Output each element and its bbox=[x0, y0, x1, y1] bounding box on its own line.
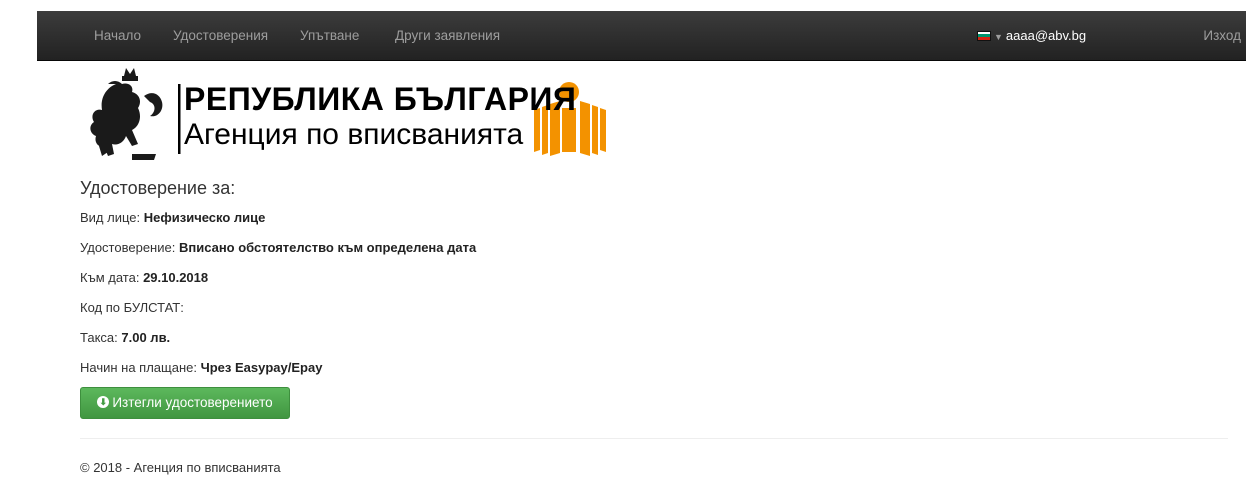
footer-divider bbox=[80, 438, 1228, 439]
footer-copyright: © 2018 - Агенция по вписванията bbox=[80, 460, 281, 475]
field-bulstat: Код по БУЛСТАТ: bbox=[80, 300, 184, 315]
field-label: Начин на плащане: bbox=[80, 360, 197, 375]
caret-down-icon[interactable]: ▼ bbox=[994, 12, 1003, 62]
field-label: Такса: bbox=[80, 330, 118, 345]
nav-other-applications[interactable]: Други заявления bbox=[395, 11, 500, 61]
logo-title-agency: Агенция по вписванията bbox=[184, 118, 524, 151]
field-certificate-type: Удостоверение: Вписано обстоятелство към… bbox=[80, 240, 476, 255]
field-value: 29.10.2018 bbox=[143, 270, 209, 285]
field-value: 7.00 лв. bbox=[121, 330, 171, 345]
nav-certificates[interactable]: Удостоверения bbox=[173, 11, 268, 61]
user-menu[interactable]: ▼ aaaa@abv.bg bbox=[977, 11, 1086, 61]
logout-link[interactable]: Изход bbox=[1203, 11, 1241, 61]
download-certificate-button[interactable]: ⬇ Изтегли удостоверението bbox=[80, 387, 290, 419]
nav-home[interactable]: Начало bbox=[94, 11, 141, 61]
field-value: Нефизическо лице bbox=[143, 210, 266, 225]
field-payment-method: Начин на плащане: Чрез Easypay/Epay bbox=[80, 360, 322, 375]
user-email[interactable]: aaaa@abv.bg bbox=[1006, 28, 1086, 43]
top-navbar: Начало Удостоверения Упътване Други заяв… bbox=[37, 11, 1246, 61]
field-person-type: Вид лице: Нефизическо лице bbox=[80, 210, 265, 225]
bulgarian-flag-icon[interactable] bbox=[977, 30, 991, 41]
download-circle-icon: ⬇ bbox=[97, 396, 110, 409]
field-label: Удостоверение: bbox=[80, 240, 176, 255]
field-label: Към дата: bbox=[80, 270, 140, 285]
certificate-heading: Удостоверение за: bbox=[80, 178, 236, 198]
field-label: Вид лице: bbox=[80, 210, 141, 225]
logo-title-country: РЕПУБЛИКА БЪЛГАРИЯ bbox=[184, 81, 577, 117]
field-label: Код по БУЛСТАТ: bbox=[80, 300, 184, 315]
download-button-label: Изтегли удостоверението bbox=[112, 395, 273, 410]
field-value: Вписано обстоятелство към определена дат… bbox=[178, 240, 477, 255]
field-value: Чрез Easypay/Epay bbox=[200, 360, 323, 375]
field-fee: Такса: 7.00 лв. bbox=[80, 330, 170, 345]
agency-logo: РЕПУБЛИКА БЪЛГАРИЯ Агенция по вписваният… bbox=[86, 66, 626, 164]
nav-guide[interactable]: Упътване bbox=[300, 11, 359, 61]
field-date: Към дата: 29.10.2018 bbox=[80, 270, 208, 285]
